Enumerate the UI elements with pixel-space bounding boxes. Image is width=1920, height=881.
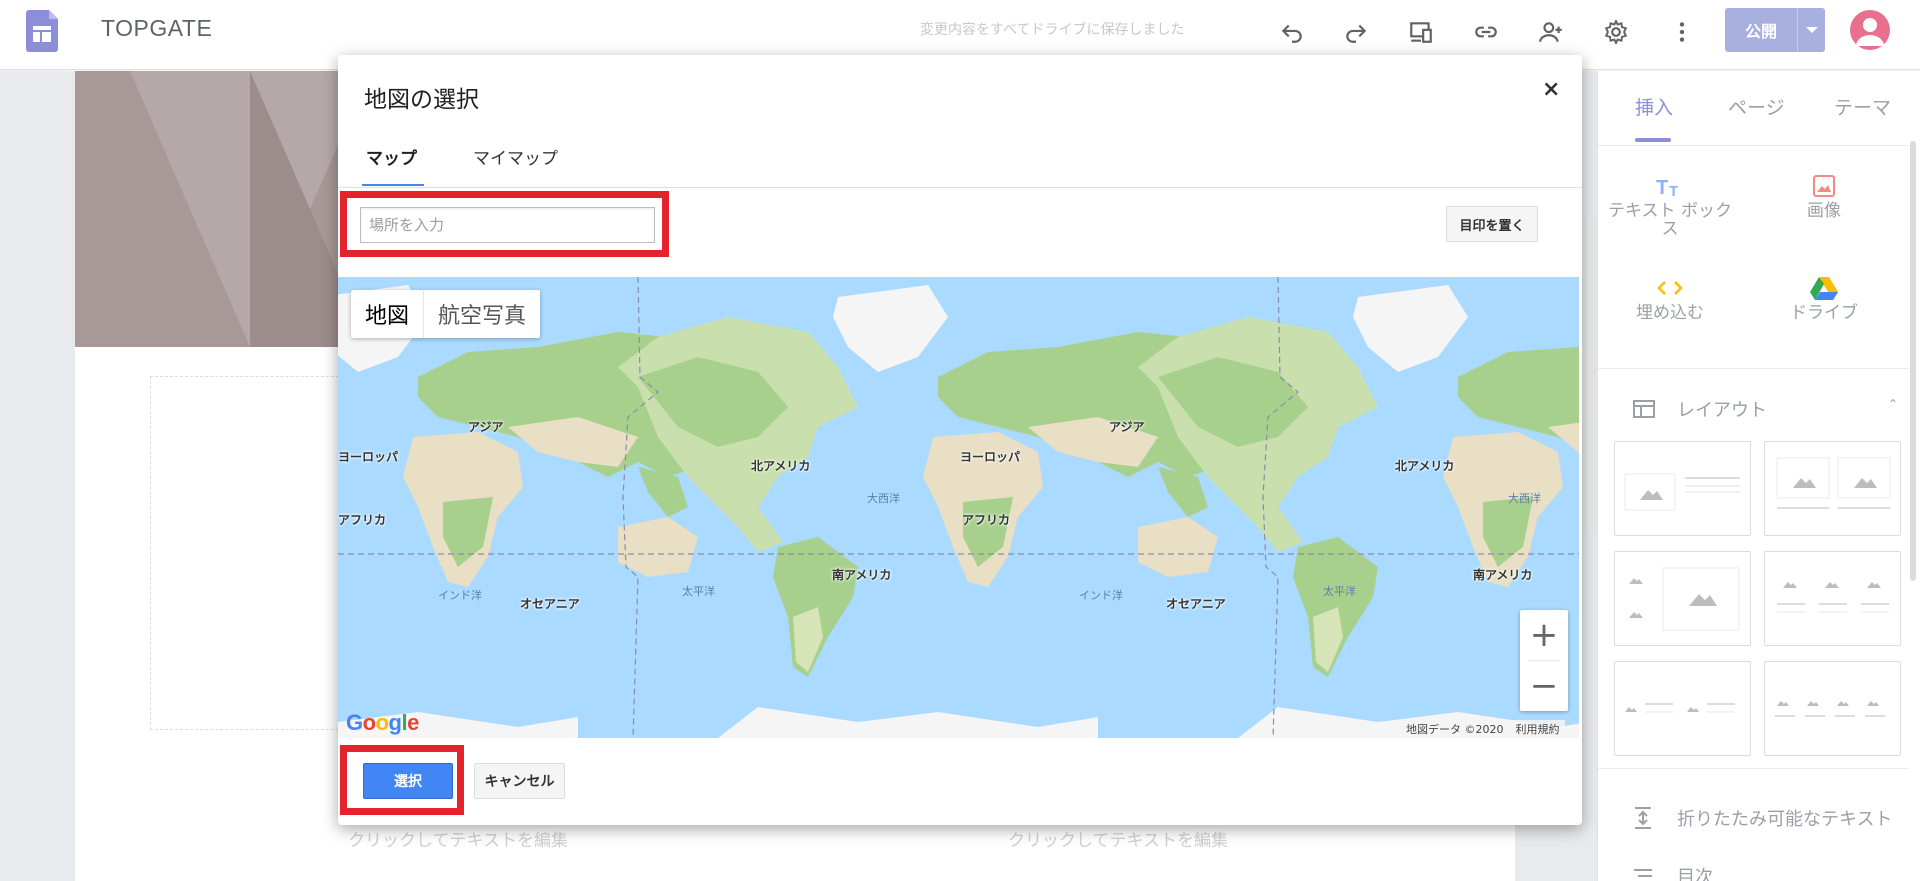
svg-text:T: T [1669, 183, 1678, 198]
google-logo[interactable]: Google [346, 710, 419, 736]
map-label-africa: アフリカ [338, 513, 387, 527]
insert-item-label: 画像 [1807, 201, 1841, 221]
layout-icon [1633, 400, 1655, 418]
active-tab-indicator [1635, 138, 1671, 142]
select-button[interactable]: 選択 [363, 763, 453, 799]
terms-link[interactable]: 利用規約 [1516, 721, 1560, 737]
site-name[interactable]: TOPGATE [101, 15, 212, 42]
chevron-down-icon [1805, 27, 1818, 33]
insert-item-label: テキスト ボックス [1608, 201, 1732, 239]
sidebar-scrollbar[interactable] [1910, 141, 1916, 581]
tab-pages[interactable]: ページ [1728, 93, 1785, 120]
layout-option[interactable] [1614, 441, 1751, 536]
layout-label: レイアウト [1677, 400, 1767, 421]
map-label-pacific: 太平洋 [1323, 585, 1356, 598]
map-select-dialog: 地図の選択 × マップ マイマップ 目印を置く [338, 55, 1582, 825]
divider [1598, 145, 1908, 146]
cancel-button[interactable]: キャンセル [474, 763, 565, 799]
right-sidebar: 挿入 ページ テーマ TT テキスト ボックス 画像 埋め込む ドライブ レイア… [1597, 71, 1920, 881]
map-label-oceania: オセアニア [1166, 597, 1226, 611]
zoom-out-button[interactable]: − [1520, 661, 1568, 711]
publish-dropdown-button[interactable] [1797, 8, 1825, 52]
world-map[interactable]: アジア ヨーロッパ アフリカ オセアニア インド洋 北アメリカ 大西洋 太平洋 … [338, 277, 1579, 738]
insert-embed[interactable]: 埋め込む [1600, 271, 1740, 323]
preview-icon[interactable] [1405, 16, 1437, 48]
table-of-contents-icon [1634, 869, 1652, 877]
layout-option[interactable] [1764, 551, 1901, 646]
map-label-pacific: 太平洋 [682, 585, 715, 598]
map-label-asia: アジア [468, 420, 504, 434]
collapsible-text-icon [1635, 807, 1651, 829]
share-icon[interactable] [1535, 16, 1567, 48]
active-tab-indicator [362, 184, 424, 186]
drive-icon [1810, 276, 1838, 300]
map-label-south-america: 南アメリカ [1473, 568, 1533, 582]
map-label-africa: アフリカ [962, 513, 1011, 527]
redo-icon[interactable] [1340, 16, 1372, 48]
tab-insert[interactable]: 挿入 [1635, 93, 1673, 120]
publish-button[interactable]: 公開 [1725, 8, 1797, 52]
toc-label: 目次 [1677, 867, 1713, 881]
layout-option[interactable] [1614, 661, 1751, 756]
zoom-control: + − [1520, 610, 1568, 711]
layout-option[interactable] [1614, 551, 1751, 646]
map-data-credit: 地図データ ©2020 [1406, 723, 1504, 736]
insert-table-of-contents[interactable]: 目次 [1633, 863, 1713, 881]
close-icon[interactable]: × [1542, 77, 1560, 102]
divider [1598, 368, 1908, 369]
map-label-indian-ocean: インド洋 [438, 589, 482, 602]
map-label-atlantic: 大西洋 [867, 492, 900, 505]
link-icon[interactable] [1470, 16, 1502, 48]
embed-icon [1657, 281, 1683, 295]
collapsible-text-label: 折りたたみ可能なテキスト [1677, 809, 1893, 830]
gear-icon[interactable] [1600, 16, 1632, 48]
map-label-south-america: 南アメリカ [832, 568, 892, 582]
layout-section-header[interactable]: レイアウト [1633, 396, 1767, 422]
save-status: 変更内容をすべてドライブに保存しました [920, 22, 1185, 38]
tab-themes[interactable]: テーマ [1834, 93, 1891, 120]
svg-text:T: T [1656, 177, 1668, 198]
layout-option[interactable] [1764, 441, 1901, 536]
insert-drive[interactable]: ドライブ [1754, 271, 1894, 323]
map-label-oceania: オセアニア [520, 597, 580, 611]
map-type-satellite-button[interactable]: 航空写真 [424, 290, 540, 338]
text-box-icon: TT [1656, 177, 1678, 198]
map-label-atlantic: 大西洋 [1508, 492, 1541, 505]
zoom-in-button[interactable]: + [1520, 610, 1568, 660]
tab-maps[interactable]: マップ [366, 144, 417, 169]
image-icon [1813, 175, 1835, 197]
map-tiles [338, 277, 1579, 738]
location-search-input[interactable] [360, 207, 655, 243]
collapse-icon[interactable]: ⌃ [1888, 397, 1898, 411]
click-to-edit-text[interactable]: クリックしてテキストを編集 [348, 826, 568, 851]
dialog-scrollbar[interactable] [1588, 215, 1596, 535]
more-vert-icon[interactable] [1666, 16, 1698, 48]
dialog-title: 地図の選択 [364, 87, 479, 113]
map-label-asia: アジア [1109, 420, 1145, 434]
map-attribution: 地図データ ©2020 利用規約 [1401, 720, 1565, 738]
map-label-north-america: 北アメリカ [1395, 459, 1455, 473]
insert-text-box[interactable]: TT テキスト ボックス [1600, 169, 1740, 239]
tab-my-maps[interactable]: マイマップ [473, 144, 558, 169]
insert-item-label: ドライブ [1790, 303, 1858, 323]
divider [1598, 768, 1908, 769]
map-label-europe: ヨーロッパ [960, 450, 1021, 464]
insert-item-label: 埋め込む [1636, 303, 1704, 323]
place-marker-button[interactable]: 目印を置く [1446, 206, 1538, 242]
layout-option[interactable] [1764, 661, 1901, 756]
undo-icon[interactable] [1276, 16, 1308, 48]
sites-logo-icon[interactable] [26, 10, 58, 52]
divider [338, 187, 1582, 188]
insert-collapsible-text[interactable]: 折りたたみ可能なテキスト [1633, 805, 1892, 831]
insert-image[interactable]: 画像 [1754, 169, 1894, 221]
map-label-europe: ヨーロッパ [338, 450, 399, 464]
map-type-control: 地図 航空写真 [351, 290, 541, 338]
click-to-edit-text[interactable]: クリックしてテキストを編集 [1008, 826, 1228, 851]
map-label-north-america: 北アメリカ [751, 459, 811, 473]
map-label-indian-ocean: インド洋 [1079, 589, 1123, 602]
avatar[interactable] [1850, 10, 1890, 50]
map-type-map-button[interactable]: 地図 [351, 290, 425, 338]
